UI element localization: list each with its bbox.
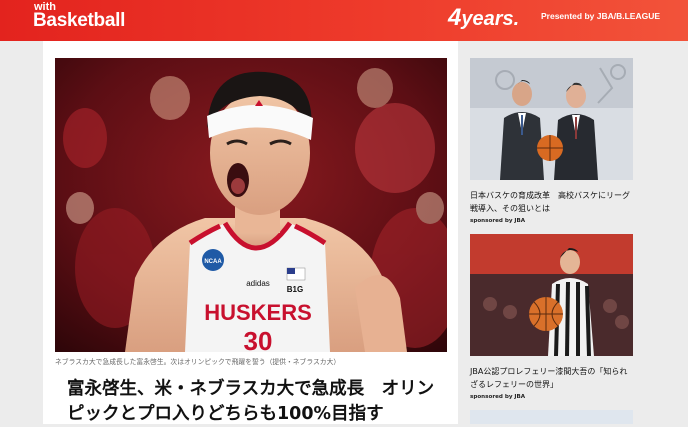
card-photo-handshake[interactable] <box>470 58 633 180</box>
card-title[interactable]: 日本バスケの育成改革 高校バスケにリーグ戦導入、その狙いとは <box>470 189 633 215</box>
four-years-logo[interactable]: 4years. <box>448 4 519 32</box>
sponsor-label: sponsored by JBA <box>470 218 526 224</box>
sponsor-label: sponsored by JBA <box>470 394 526 400</box>
jersey-badge-text: B1G <box>287 285 303 294</box>
jersey-brand-text: adidas <box>246 279 270 288</box>
card-photo-referee[interactable] <box>470 234 633 356</box>
presented-by-label: Presented by JBA/B.LEAGUE <box>541 11 661 21</box>
jersey-number-text: 30 <box>244 326 273 352</box>
sponsored-card[interactable]: JBA公認プロレフェリー漆間大吾の「知られざるレフェリーの世界」 sponsor… <box>470 234 633 400</box>
main-article: HUSKERS 30 adidas B1G NCAA ネブラスカ大で急成長した富… <box>43 41 458 424</box>
card-title[interactable]: JBA公認プロレフェリー漆間大吾の「知られざるレフェリーの世界」 <box>470 365 633 391</box>
ncaa-badge-text: NCAA <box>204 259 222 265</box>
jersey-team-text: HUSKERS <box>204 300 312 325</box>
hero-photo[interactable]: HUSKERS 30 adidas B1G NCAA <box>55 58 447 352</box>
site-header: with Basketball 4years. Presented by JBA… <box>0 0 688 41</box>
brand-basketball-logo[interactable]: Basketball <box>33 10 125 32</box>
photo-caption: ネブラスカ大で急成長した富永啓生。次はオリンピックで飛躍を誓う（提供・ネブラスカ… <box>55 358 341 366</box>
sponsored-sidebar: 日本バスケの育成改革 高校バスケにリーグ戦導入、その狙いとは sponsored… <box>458 41 688 424</box>
sponsored-card[interactable]: 日本バスケの育成改革 高校バスケにリーグ戦導入、その狙いとは sponsored… <box>470 58 633 224</box>
card-photo-partial[interactable] <box>470 410 633 424</box>
article-headline[interactable]: 富永啓生、米・ネブラスカ大で急成長 オリンピックとプロ入りどちらも100%目指す <box>67 377 447 427</box>
